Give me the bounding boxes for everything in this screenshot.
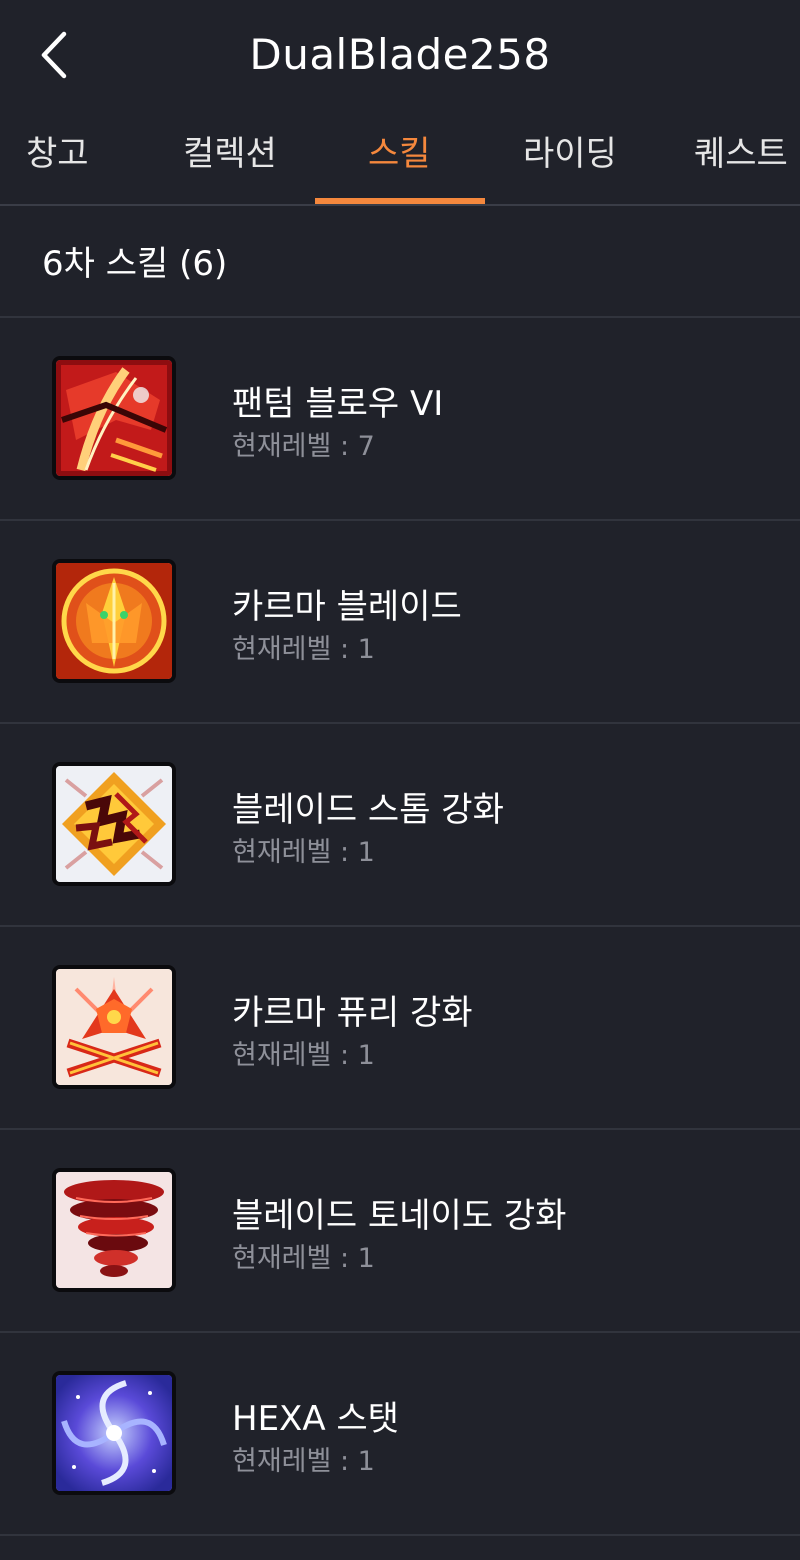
hexa-stat-icon xyxy=(52,1371,176,1495)
skill-level: 현재레벨 : 1 xyxy=(232,1040,375,1071)
skill-name: 블레이드 스톰 강화 xyxy=(232,790,504,830)
list-item[interactable]: 카르마 블레이드 현재레벨 : 1 xyxy=(0,521,800,724)
skill-name: 블레이드 토네이도 강화 xyxy=(232,1196,567,1236)
header: DualBlade258 xyxy=(0,0,800,112)
tab-bar: 창고 컬렉션 스킬 라이딩 퀘스트 xyxy=(0,112,800,206)
karma-fury-icon xyxy=(52,965,176,1089)
skill-name: 팬텀 블로우 VI xyxy=(232,384,444,424)
skill-list: 팬텀 블로우 VI 현재레벨 : 7 카르마 블레이드 현재레벨 : 1 블레이… xyxy=(0,318,800,1536)
skill-page: DualBlade258 창고 컬렉션 스킬 라이딩 퀘스트 6차 스킬 (6) xyxy=(0,0,800,1560)
skill-name: 카르마 블레이드 xyxy=(232,587,462,627)
blade-storm-icon xyxy=(52,762,176,886)
skill-level: 현재레벨 : 1 xyxy=(232,837,375,868)
blade-tornado-icon xyxy=(52,1168,176,1292)
tab-skill[interactable]: 스킬 xyxy=(368,112,431,204)
skill-level: 현재레벨 : 1 xyxy=(232,634,375,665)
tab-riding[interactable]: 라이딩 xyxy=(523,112,617,204)
list-item[interactable]: 카르마 퓨리 강화 현재레벨 : 1 xyxy=(0,927,800,1130)
page-title: DualBlade258 xyxy=(249,30,551,79)
karma-blade-icon xyxy=(52,559,176,683)
active-tab-indicator xyxy=(315,198,485,204)
tab-collection[interactable]: 컬렉션 xyxy=(183,112,277,204)
tab-storage[interactable]: 창고 xyxy=(26,112,89,204)
skill-level: 현재레벨 : 1 xyxy=(232,1446,375,1477)
skill-level: 현재레벨 : 1 xyxy=(232,1243,375,1274)
list-item[interactable]: 팬텀 블로우 VI 현재레벨 : 7 xyxy=(0,318,800,521)
phantom-blow-icon xyxy=(52,356,176,480)
skill-name: 카르마 퓨리 강화 xyxy=(232,993,473,1033)
list-item[interactable]: 블레이드 스톰 강화 현재레벨 : 1 xyxy=(0,724,800,927)
list-item[interactable]: 블레이드 토네이도 강화 현재레벨 : 1 xyxy=(0,1130,800,1333)
list-item[interactable]: HEXA 스탯 현재레벨 : 1 xyxy=(0,1333,800,1536)
tab-quest[interactable]: 퀘스트 xyxy=(694,112,788,204)
skill-name: HEXA 스탯 xyxy=(232,1399,399,1439)
skill-level: 현재레벨 : 7 xyxy=(232,431,375,462)
section-title: 6차 스킬 (6) xyxy=(42,244,228,284)
section-header: 6차 스킬 (6) xyxy=(0,206,800,318)
